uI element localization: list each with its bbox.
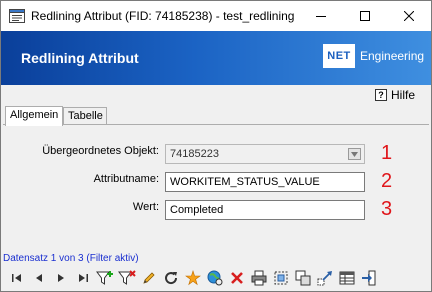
refresh-button[interactable] <box>161 269 180 288</box>
edit-icon <box>142 272 155 284</box>
add-filter-button[interactable] <box>95 269 114 288</box>
annotation-number: 3 <box>381 198 393 220</box>
print-button[interactable] <box>249 269 268 288</box>
value-field[interactable]: Completed <box>165 200 365 220</box>
banner-title: Redlining Attribut <box>21 50 139 66</box>
last-record-button[interactable] <box>73 269 92 288</box>
highlight-button[interactable] <box>183 269 202 288</box>
title-bar[interactable]: Redlining Attribut (FID: 74185238) - tes… <box>1 1 431 31</box>
previous-record-button[interactable] <box>29 269 48 288</box>
maximize-icon <box>360 11 370 21</box>
tab-allgemein[interactable]: Allgemein <box>5 106 63 126</box>
attribute-name-field[interactable]: WORKITEM_STATUS_VALUE <box>165 172 365 192</box>
record-status: Datensatz 1 von 3 (Filter aktiv) <box>3 253 139 264</box>
move-icon <box>317 271 332 286</box>
annotation-number: 2 <box>381 170 393 192</box>
navigation-toolbar <box>1 265 431 291</box>
minimize-icon <box>316 16 326 17</box>
help-bar: ? Hilfe <box>1 85 431 105</box>
add-filter-icon <box>95 271 113 285</box>
attribute-name-label: Attributname: <box>93 173 159 185</box>
exit-button[interactable] <box>359 269 378 288</box>
help-button[interactable]: ? Hilfe <box>375 87 415 103</box>
maximize-button[interactable] <box>343 1 387 31</box>
tab-strip: Allgemein Tabelle <box>1 106 431 126</box>
print-icon <box>251 270 266 286</box>
previous-record-icon <box>35 274 42 282</box>
app-window: Redlining Attribut (FID: 74185238) - tes… <box>0 0 432 292</box>
parent-object-value: 74185223 <box>170 148 219 160</box>
zoom-to-icon <box>207 270 222 286</box>
move-button[interactable] <box>315 269 334 288</box>
copy-icon <box>295 270 310 286</box>
zoom-to-button[interactable] <box>205 269 224 288</box>
chevron-down-icon <box>351 151 358 157</box>
first-record-icon <box>11 274 21 282</box>
help-label: Hilfe <box>391 88 416 102</box>
next-record-button[interactable] <box>51 269 70 288</box>
minimize-button[interactable] <box>299 1 343 31</box>
highlight-icon <box>184 270 201 286</box>
app-icon <box>9 9 25 23</box>
last-record-icon <box>78 274 88 282</box>
copy-button[interactable] <box>293 269 312 288</box>
value-label: Wert: <box>132 201 159 213</box>
exit-icon <box>361 270 375 286</box>
parent-object-label: Übergeordnetes Objekt: <box>42 145 159 157</box>
remove-filter-button[interactable] <box>117 269 136 288</box>
remove-filter-icon <box>117 270 136 285</box>
annotation-number: 1 <box>381 142 393 164</box>
parent-object-combo[interactable]: 74185223 <box>165 144 365 164</box>
company-logo-text: Engineering <box>360 49 425 63</box>
table-button[interactable] <box>337 269 356 288</box>
close-icon <box>404 11 414 21</box>
table-icon <box>339 271 354 285</box>
general-tab-panel: Übergeordnetes Objekt: 74185223 1 Attrib… <box>3 124 429 254</box>
delete-icon <box>230 272 243 284</box>
next-record-icon <box>57 274 64 282</box>
company-logo: NET <box>323 44 355 68</box>
window-title: Redlining Attribut (FID: 74185238) - tes… <box>31 9 295 23</box>
select-button[interactable] <box>271 269 290 288</box>
delete-button[interactable] <box>227 269 246 288</box>
tab-tabelle[interactable]: Tabelle <box>63 107 107 125</box>
select-icon <box>274 271 287 285</box>
edit-button[interactable] <box>139 269 158 288</box>
first-record-button[interactable] <box>7 269 26 288</box>
close-button[interactable] <box>387 1 431 31</box>
dropdown-button[interactable] <box>348 148 361 160</box>
refresh-icon <box>164 272 177 285</box>
help-icon: ? <box>375 89 387 101</box>
header-banner: Redlining Attribut NET Engineering <box>1 31 431 85</box>
